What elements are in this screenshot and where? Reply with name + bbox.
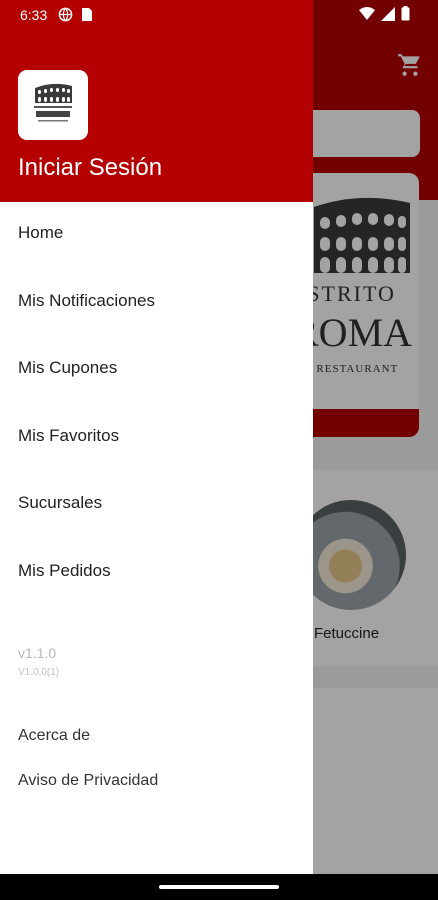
privacy-link[interactable]: Aviso de Privacidad	[18, 772, 158, 790]
menu-item-branches[interactable]: Sucursales	[18, 493, 102, 513]
navigation-drawer: Iniciar Sesión Home Mis Notificaciones M…	[0, 0, 313, 874]
status-left-icons	[58, 7, 93, 22]
menu-item-notifications[interactable]: Mis Notificaciones	[18, 291, 155, 311]
login-link[interactable]: Iniciar Sesión	[18, 154, 162, 182]
about-link[interactable]: Acerca de	[18, 727, 90, 745]
app-build: V1.0.0(1)	[18, 667, 60, 678]
restaurant-logo	[18, 70, 88, 140]
globe-icon	[58, 7, 73, 22]
menu-item-orders[interactable]: Mis Pedidos	[18, 561, 111, 581]
app-version: v1.1.0	[18, 645, 57, 661]
colosseum-logo-icon	[34, 83, 72, 122]
status-bar: 6:33	[0, 0, 438, 30]
menu-item-favorites[interactable]: Mis Favoritos	[18, 426, 119, 446]
battery-icon	[401, 6, 410, 21]
wifi-icon	[359, 6, 375, 20]
status-right-icons	[359, 6, 410, 21]
menu-item-home[interactable]: Home	[18, 223, 63, 243]
menu-item-coupons[interactable]: Mis Cupones	[18, 358, 117, 378]
drawer-header: Iniciar Sesión	[0, 0, 313, 202]
home-gesture-handle[interactable]	[159, 885, 279, 889]
signal-icon	[381, 6, 395, 21]
status-time: 6:33	[20, 7, 48, 23]
sim-icon	[82, 8, 92, 21]
system-nav-bar	[0, 874, 438, 900]
